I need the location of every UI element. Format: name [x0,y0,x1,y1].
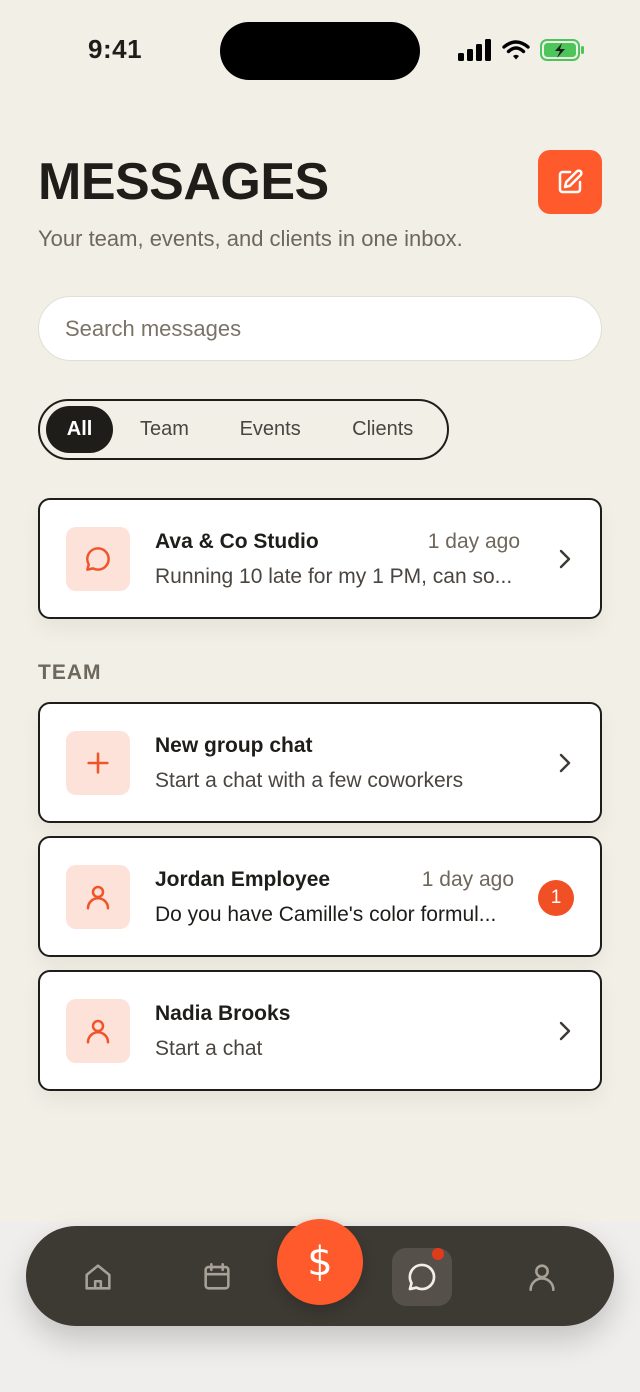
compose-button[interactable] [538,150,602,214]
chat-title: Nadia Brooks [155,1002,291,1025]
nav-home[interactable] [68,1248,128,1306]
nav-messages[interactable] [392,1248,452,1306]
chat-subtitle: Start a chat [155,1037,263,1060]
tab-team[interactable]: Team [113,406,216,453]
page-subtitle: Your team, events, and clients in one in… [38,226,463,251]
unread-badge: 1 [538,880,574,916]
new-group-chat-card[interactable]: New group chat Start a chat with a few c… [38,702,602,823]
home-icon [85,1264,111,1290]
chat-card-nadia-brooks[interactable]: Nadia Brooks Start a chat [38,970,602,1091]
section-label-team: TEAM [38,661,102,684]
chat-title: New group chat [155,734,313,757]
signal-icon [458,39,491,61]
tab-events[interactable]: Events [216,406,325,453]
card-icon-box [66,731,130,795]
card-icon-box [66,527,130,591]
chat-preview: Do you have Camille's color formul... [155,903,497,926]
status-icons [458,38,586,62]
tab-all[interactable]: All [46,406,114,453]
chevron-right-icon [559,549,571,569]
user-icon [86,885,110,910]
nav-profile[interactable] [512,1248,572,1306]
status-bar: 9:41 [0,0,640,104]
chat-time: 1 day ago [427,530,520,553]
chevron-right-icon [559,753,571,773]
nav-calendar[interactable] [187,1248,247,1306]
card-icon-box [66,865,130,929]
battery-icon [540,39,584,61]
wifi-icon [502,40,530,60]
status-time: 9:41 [88,34,143,64]
search-input[interactable] [65,315,575,342]
filter-tabs: All Team Events Clients [38,399,449,460]
chat-bubble-icon [86,547,110,571]
search-bar[interactable] [38,296,602,361]
chat-preview: Running 10 late for my 1 PM, can so... [155,565,513,588]
notification-dot [432,1248,444,1260]
card-icon-box [66,999,130,1063]
chevron-right-icon [559,1021,571,1041]
chat-icon [408,1263,436,1291]
calendar-icon [204,1262,230,1290]
chat-card-ava-co-studio[interactable]: Ava & Co Studio 1 day ago Running 10 lat… [38,498,602,619]
profile-icon [529,1264,555,1292]
dollar-icon: $ [307,1239,333,1285]
payment-button[interactable]: $ [277,1219,363,1305]
plus-icon [87,752,109,774]
chat-title: Ava & Co Studio [155,530,319,553]
dynamic-island [220,22,420,80]
tab-clients[interactable]: Clients [324,406,441,453]
chat-card-jordan-employee[interactable]: Jordan Employee 1 day ago Do you have Ca… [38,836,602,957]
chat-title: Jordan Employee [155,868,331,891]
page-title: MESSAGES [38,153,329,211]
chat-time: 1 day ago [421,868,514,891]
chat-subtitle: Start a chat with a few coworkers [155,769,464,792]
user-icon [86,1019,110,1044]
compose-icon [558,169,583,194]
